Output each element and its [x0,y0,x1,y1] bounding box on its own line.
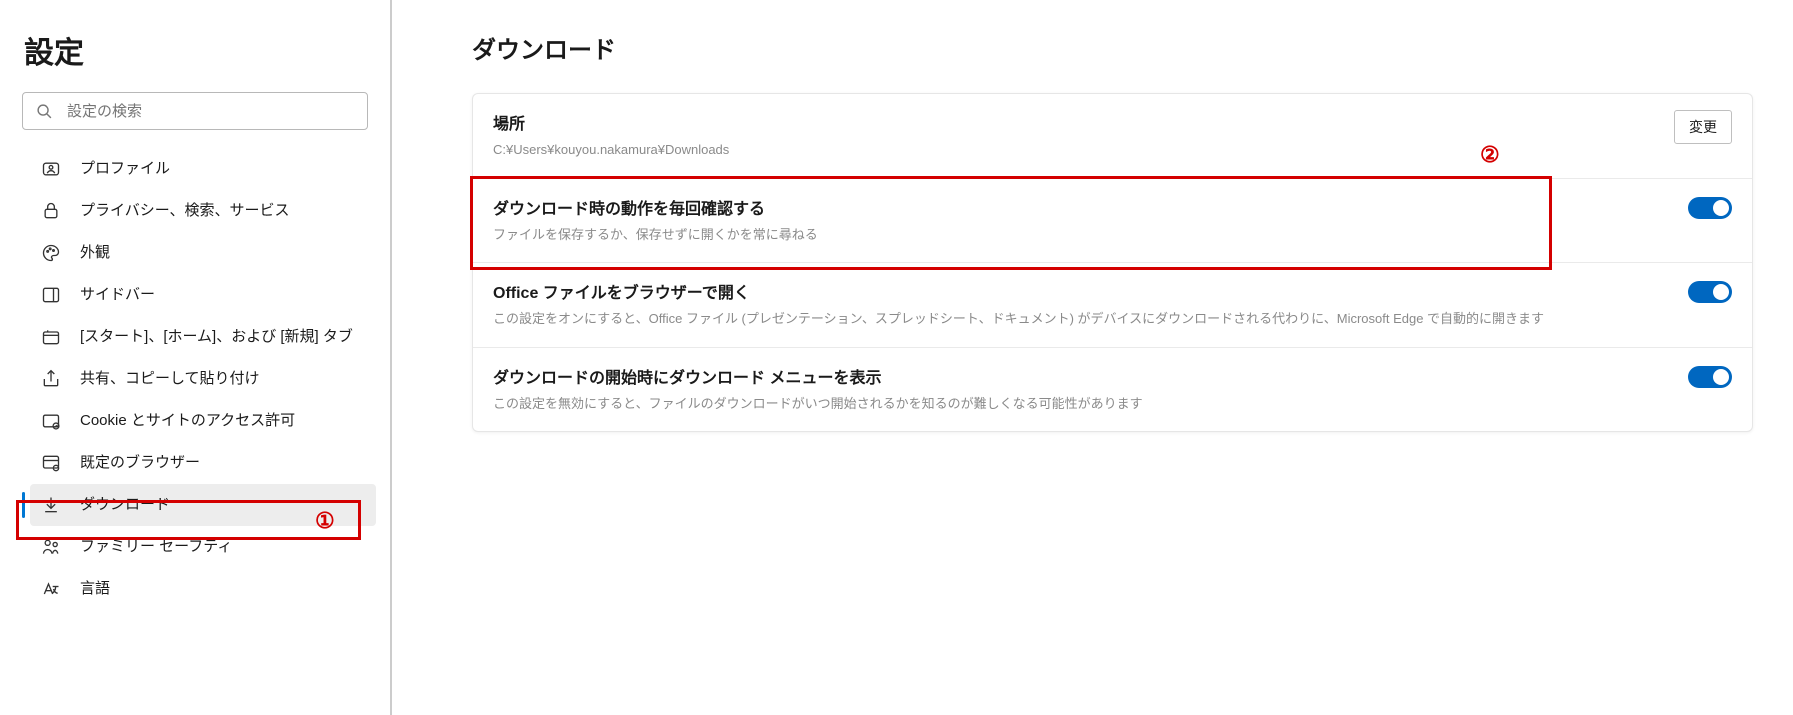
search-box[interactable] [22,92,368,130]
sidebar-item-cookies[interactable]: Cookie とサイトのアクセス許可 [30,400,376,442]
sidebar-item-label: 既定のブラウザー [80,453,200,473]
sidebar-item-appearance[interactable]: 外観 [30,232,376,274]
sidebar-item-label: プライバシー、検索、サービス [80,201,290,221]
sidebar-item-label: ダウンロード [80,495,170,515]
search-input[interactable] [67,103,357,120]
sidebar-icon [40,284,62,306]
download-icon [40,494,62,516]
settings-card: 場所 C:¥Users¥kouyou.nakamura¥Downloads 変更… [472,93,1753,432]
sidebar-item-start-home-newtab[interactable]: [スタート]、[ホーム]、および [新規] タブ [30,316,376,358]
sidebar-item-privacy[interactable]: プライバシー、検索、サービス [30,190,376,232]
row-ask-each-download: ダウンロード時の動作を毎回確認する ファイルを保存するか、保存せずに開くかを常に… [473,179,1752,264]
lock-icon [40,200,62,222]
cookies-icon [40,410,62,432]
office-title: Office ファイルをブラウザーで開く [493,279,1668,303]
sidebar-item-default-browser[interactable]: 既定のブラウザー [30,442,376,484]
settings-sidebar: 設定 プロファイル プライバシー、検索、サービス [0,0,392,715]
sidebar-item-downloads[interactable]: ダウンロード [30,484,376,526]
sidebar-item-label: Cookie とサイトのアクセス許可 [80,411,295,431]
office-desc: この設定をオンにすると、Office ファイル (プレゼンテーション、スプレッド… [493,309,1668,329]
sidebar-item-label: ファミリー セーフティ [80,537,232,557]
change-location-button[interactable]: 変更 [1674,110,1732,144]
ask-title: ダウンロード時の動作を毎回確認する [493,195,1668,219]
location-path: C:¥Users¥kouyou.nakamura¥Downloads [493,140,1654,160]
browser-icon [40,452,62,474]
settings-title: 設定 [0,20,390,92]
sidebar-item-label: 外観 [80,243,110,263]
sidebar-item-label: 共有、コピーして貼り付け [80,369,260,389]
sidebar-item-share-copy-paste[interactable]: 共有、コピーして貼り付け [30,358,376,400]
search-wrap [22,92,368,130]
sidebar-item-label: サイドバー [80,285,155,305]
location-title: 場所 [493,110,1654,134]
tab-icon [40,326,62,348]
row-show-download-menu: ダウンロードの開始時にダウンロード メニューを表示 この設定を無効にすると、ファ… [473,348,1752,432]
share-icon [40,368,62,390]
page-title: ダウンロード [472,30,1753,65]
sidebar-nav: プロファイル プライバシー、検索、サービス 外観 サイドバー [0,148,390,610]
ask-desc: ファイルを保存するか、保存せずに開くかを常に尋ねる [493,225,1668,245]
office-toggle[interactable] [1688,281,1732,303]
menu-toggle[interactable] [1688,366,1732,388]
sidebar-item-family-safety[interactable]: ファミリー セーフティ [30,526,376,568]
row-location: 場所 C:¥Users¥kouyou.nakamura¥Downloads 変更 [473,94,1752,179]
sidebar-item-sidebar[interactable]: サイドバー [30,274,376,316]
main-content: ダウンロード 場所 C:¥Users¥kouyou.nakamura¥Downl… [392,0,1793,715]
profile-icon [40,158,62,180]
sidebar-item-languages[interactable]: 言語 [30,568,376,610]
sidebar-item-profile[interactable]: プロファイル [30,148,376,190]
search-icon [33,100,55,122]
menu-desc: この設定を無効にすると、ファイルのダウンロードがいつ開始されるかを知るのが難しく… [493,394,1668,414]
row-open-office-in-browser: Office ファイルをブラウザーで開く この設定をオンにすると、Office … [473,263,1752,348]
sidebar-item-label: 言語 [80,579,110,599]
sidebar-item-label: プロファイル [80,159,170,179]
palette-icon [40,242,62,264]
language-icon [40,578,62,600]
sidebar-item-label: [スタート]、[ホーム]、および [新規] タブ [80,327,353,347]
family-icon [40,536,62,558]
ask-toggle[interactable] [1688,197,1732,219]
menu-title: ダウンロードの開始時にダウンロード メニューを表示 [493,364,1668,388]
